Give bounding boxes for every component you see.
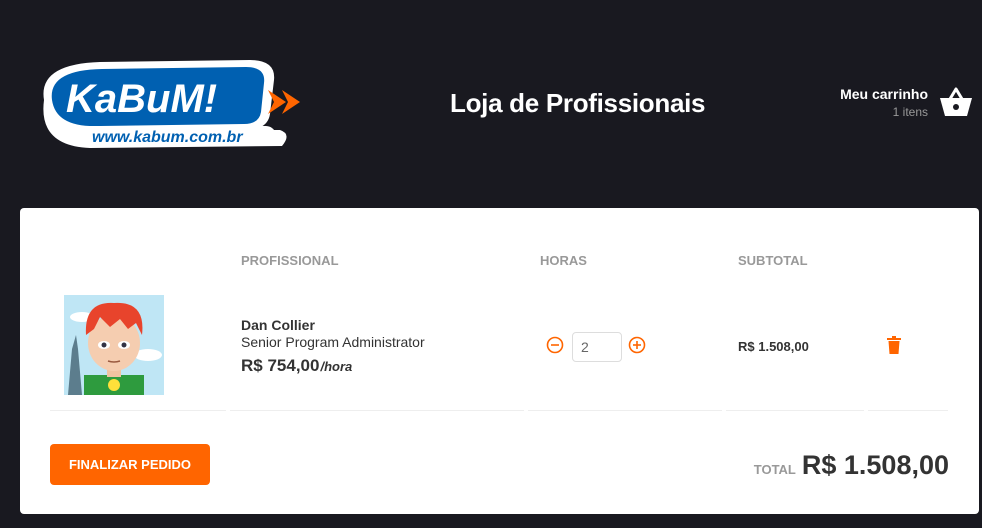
row-divider xyxy=(726,410,864,411)
checkout-button[interactable]: FINALIZAR PEDIDO xyxy=(50,444,210,485)
column-header-professional: PROFISSIONAL xyxy=(241,253,339,268)
row-divider xyxy=(50,410,226,411)
cart-text: Meu carrinho 1 itens xyxy=(840,86,928,119)
logo-url: www.kabum.com.br xyxy=(92,129,243,146)
price-value: R$ 754,00 xyxy=(241,356,320,375)
kabum-logo[interactable]: KaBuM! www.kabum.com.br xyxy=(30,54,306,150)
professional-avatar xyxy=(64,295,164,395)
row-divider xyxy=(230,410,524,411)
professional-name: Dan Collier xyxy=(241,317,315,333)
total-value: R$ 1.508,00 xyxy=(801,450,949,480)
increase-quantity-icon[interactable] xyxy=(628,336,646,354)
logo-wordmark: KaBuM! xyxy=(66,77,217,121)
cart-summary[interactable]: Meu carrinho 1 itens xyxy=(840,84,974,120)
row-divider xyxy=(528,410,722,411)
hours-input[interactable] xyxy=(572,332,622,362)
decrease-quantity-icon[interactable] xyxy=(546,336,564,354)
page-title: Loja de Profissionais xyxy=(450,88,706,118)
cart-item-count: 1 itens xyxy=(892,104,928,119)
column-header-hours: HORAS xyxy=(540,253,587,268)
cart-panel: PROFISSIONAL HORAS SUBTOTAL Dan Collier … xyxy=(20,208,979,514)
professional-role: Senior Program Administrator xyxy=(241,334,425,350)
basket-icon[interactable] xyxy=(938,84,974,120)
price-unit: /hora xyxy=(320,359,353,374)
row-divider xyxy=(868,410,948,411)
header: KaBuM! www.kabum.com.br Loja de Profissi… xyxy=(0,0,982,208)
column-header-subtotal: SUBTOTAL xyxy=(738,253,808,268)
cart-label: Meu carrinho xyxy=(840,85,928,102)
total-label: TOTAL xyxy=(753,462,796,477)
trash-icon[interactable] xyxy=(886,336,902,354)
row-subtotal: R$ 1.508,00 xyxy=(738,339,809,354)
order-total: TOTAL R$ 1.508,00 xyxy=(754,450,949,481)
professional-price: R$ 754,00/hora xyxy=(241,356,352,376)
